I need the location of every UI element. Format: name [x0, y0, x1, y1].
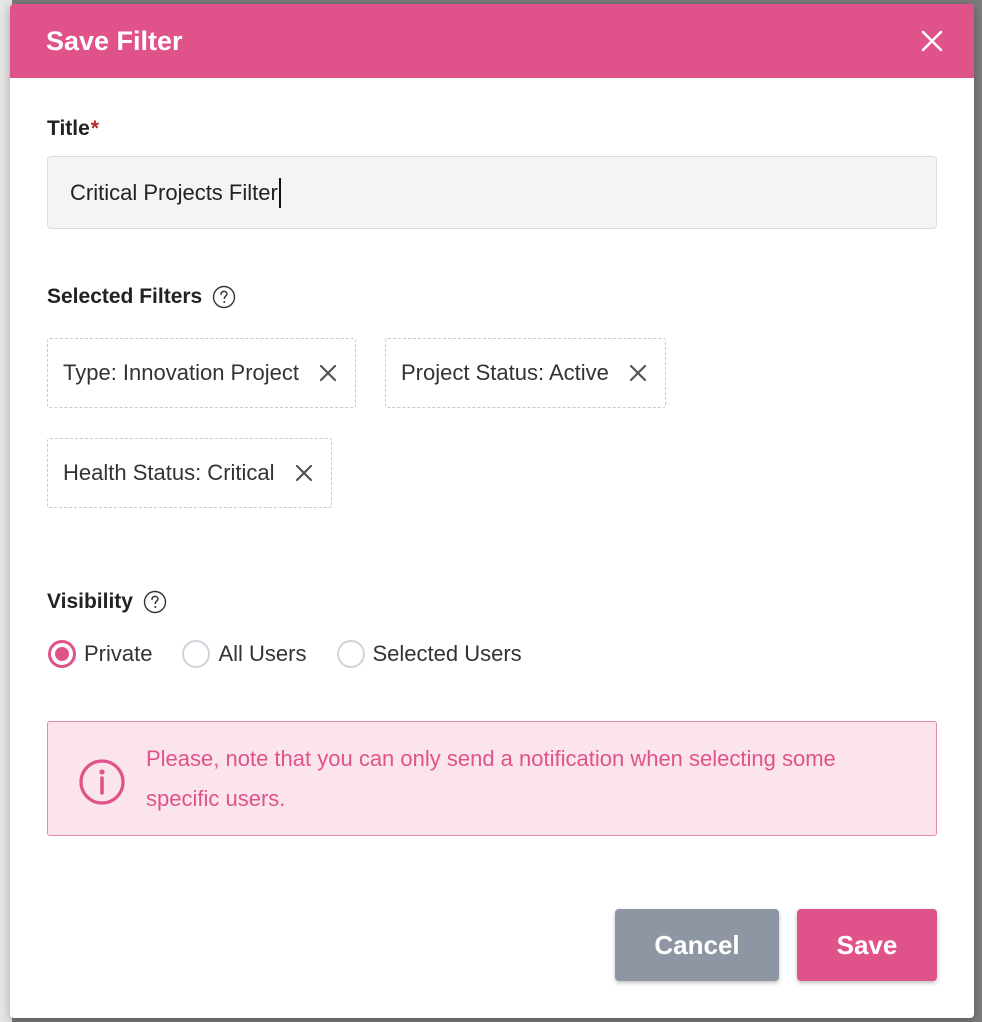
filter-chip-label: Type: Innovation Project: [63, 360, 300, 385]
close-icon: [319, 364, 337, 382]
dialog-title: Save Filter: [46, 25, 183, 56]
cancel-button[interactable]: Cancel: [615, 909, 779, 981]
selected-filters-label: Selected Filters: [47, 285, 236, 309]
radio-label: All Users: [218, 641, 307, 666]
filter-chip-project-status: Project Status: Active: [385, 338, 666, 408]
close-icon: [629, 364, 646, 382]
radio-label: Private: [84, 641, 153, 666]
remove-filter-button[interactable]: [627, 362, 649, 384]
notification-notice: Please, note that you can only send a no…: [47, 721, 937, 836]
remove-filter-button[interactable]: [293, 462, 315, 484]
visibility-label-text: Visibility: [47, 590, 133, 613]
remove-filter-button[interactable]: [317, 362, 339, 384]
radio-button[interactable]: [336, 640, 365, 668]
title-input-value: Critical Projects Filter: [70, 179, 278, 205]
selected-filters-label-text: Selected Filters: [47, 285, 203, 308]
save-filter-dialog: Save Filter Title * Critical Projects Fil…: [10, 4, 974, 1018]
notice-text: Please, note that you can only send a no…: [146, 739, 836, 819]
title-label: Title *: [47, 117, 99, 141]
close-icon: [921, 30, 943, 52]
dialog-header: Save Filter: [10, 4, 974, 78]
filter-chip-label: Project Status: Active: [401, 360, 609, 385]
notice-text-line: Please, note that you can only send a no…: [146, 745, 836, 771]
radio-label: Selected Users: [372, 641, 522, 666]
filter-chip-label: Health Status: Critical: [63, 460, 275, 485]
visibility-label: Visibility: [47, 590, 167, 614]
radio-button[interactable]: [182, 640, 211, 668]
radio-selected-users[interactable]: Selected Users: [336, 640, 522, 668]
title-input[interactable]: Critical Projects Filter: [47, 156, 937, 229]
filter-chip-health-status: Health Status: Critical: [47, 438, 332, 508]
visibility-radio-group: Private All Users Selected Users: [48, 640, 552, 668]
title-label-text: Title: [47, 117, 90, 140]
filter-chip-type: Type: Innovation Project: [47, 338, 357, 408]
question-circle-icon[interactable]: [212, 285, 236, 309]
save-button[interactable]: Save: [797, 909, 937, 981]
radio-private[interactable]: Private: [48, 640, 152, 668]
radio-all-users[interactable]: All Users: [182, 640, 307, 668]
text-caret: [278, 177, 281, 208]
required-mark: *: [90, 117, 99, 140]
question-circle-icon[interactable]: [143, 590, 167, 614]
notice-text-line: specific users.: [146, 785, 286, 811]
info-circle-icon: [79, 758, 125, 805]
close-button[interactable]: [916, 25, 948, 57]
radio-button-checked[interactable]: [48, 640, 76, 668]
close-icon: [295, 464, 312, 482]
